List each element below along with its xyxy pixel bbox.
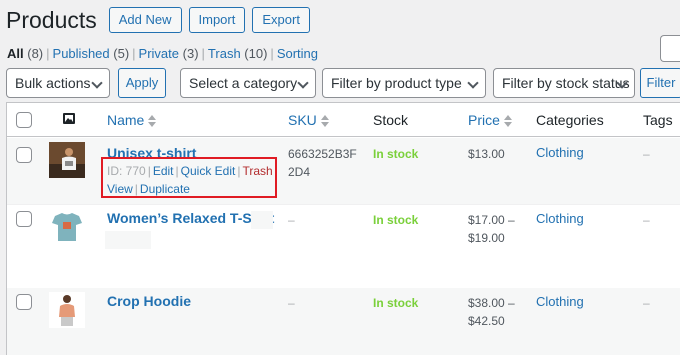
product-thumbnail[interactable] <box>49 209 85 245</box>
view-sorting-link[interactable]: Sorting <box>277 46 318 61</box>
products-table: Name SKU Stock Price Categories Tags Uni… <box>6 102 680 355</box>
column-categories: Categories <box>536 112 604 128</box>
page-title: Products <box>6 7 97 33</box>
sort-icon <box>503 115 512 128</box>
row-checkbox[interactable] <box>16 294 32 310</box>
row-actions-highlight <box>101 157 277 198</box>
category-select[interactable]: Select a category <box>180 68 316 98</box>
import-button[interactable]: Import <box>188 7 246 33</box>
product-type-value: Filter by product type <box>331 75 462 91</box>
chevron-down-icon <box>467 77 479 89</box>
product-thumbnail[interactable] <box>49 292 85 328</box>
chevron-down-icon <box>91 77 103 89</box>
category-value: Select a category <box>189 75 298 91</box>
product-type-select[interactable]: Filter by product type <box>322 68 486 98</box>
product-name-link[interactable]: Crop Hoodie <box>107 292 191 310</box>
view-trash-link[interactable]: Trash (10) <box>208 46 268 61</box>
bulk-actions-value: Bulk actions <box>15 75 91 91</box>
view-all-link[interactable]: All (8) <box>7 46 43 61</box>
sort-icon <box>320 115 329 128</box>
bulk-actions-select[interactable]: Bulk actions <box>6 68 110 98</box>
product-name-link[interactable]: Women’s Relaxed T-Shirt <box>107 209 274 227</box>
stock-status-select[interactable]: Filter by stock status <box>493 68 635 98</box>
row-checkbox[interactable] <box>16 211 32 227</box>
stock-status: In stock <box>373 147 419 161</box>
product-category-link[interactable]: Clothing <box>536 293 584 311</box>
product-price: $13.00 <box>468 147 505 161</box>
search-input[interactable] <box>660 35 680 62</box>
row-checkbox[interactable] <box>16 147 32 163</box>
export-button[interactable]: Export <box>252 7 310 33</box>
row-placeholder <box>251 211 273 229</box>
product-tags: – <box>643 213 650 227</box>
product-sku: 6663252B3F 2D4 <box>288 147 357 179</box>
product-sku: – <box>288 213 295 227</box>
product-thumbnail[interactable] <box>49 142 85 178</box>
filter-button[interactable]: Filter <box>640 68 680 98</box>
product-tags: – <box>643 296 650 310</box>
stock-status: In stock <box>373 213 419 227</box>
stock-status: In stock <box>373 296 419 310</box>
column-tags: Tags <box>643 112 673 128</box>
sort-icon <box>148 115 157 128</box>
status-filter-links: All (8) | Published (5) | Private (3) | Trash … <box>7 46 319 61</box>
column-sku[interactable]: SKU <box>288 112 329 128</box>
column-price[interactable]: Price <box>468 112 512 128</box>
product-price: $38.00 – $42.50 <box>468 296 515 328</box>
product-category-link[interactable]: Clothing <box>536 210 584 228</box>
table-row: Crop Hoodie – In stock $38.00 – $42.50 Cl… <box>7 288 680 355</box>
add-new-button[interactable]: Add New <box>108 7 182 33</box>
product-price: $17.00 – $19.00 <box>468 213 515 245</box>
page-header: Products Add New Import Export <box>6 6 317 34</box>
view-published-link[interactable]: Published (5) <box>53 46 130 61</box>
stock-status-value: Filter by stock status <box>502 75 630 91</box>
product-category-link[interactable]: Clothing <box>536 144 584 162</box>
row-actions-placeholder <box>105 231 151 249</box>
product-sku: – <box>288 296 295 310</box>
image-column-icon <box>63 113 75 124</box>
table-row: Women’s Relaxed T-Shirt – In stock $17.0… <box>7 204 680 288</box>
product-tags: – <box>643 147 650 161</box>
apply-button[interactable]: Apply <box>118 68 166 98</box>
tablenav: Bulk actions Apply Select a category Fil… <box>6 68 680 98</box>
chevron-down-icon <box>297 77 309 89</box>
column-name[interactable]: Name <box>107 112 157 128</box>
column-stock: Stock <box>373 112 409 128</box>
view-private-link[interactable]: Private (3) <box>139 46 199 61</box>
select-all-checkbox[interactable] <box>16 112 32 128</box>
table-header: Name SKU Stock Price Categories Tags <box>7 103 680 137</box>
